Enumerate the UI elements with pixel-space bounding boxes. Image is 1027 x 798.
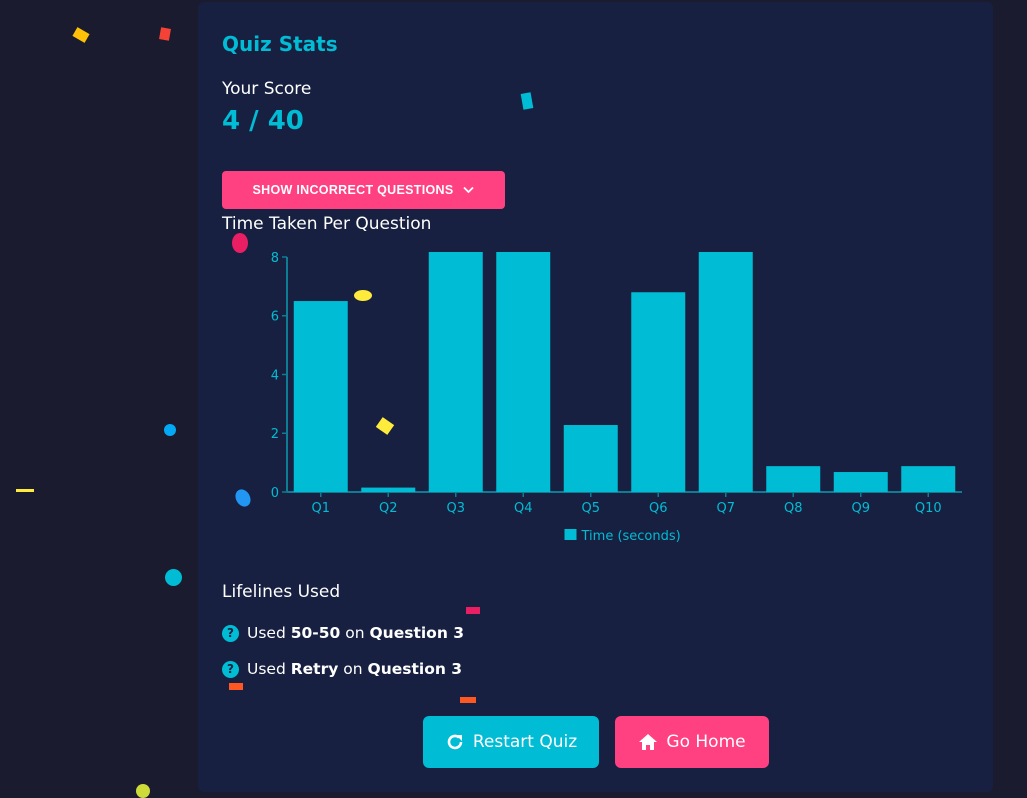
bar-q5 [563,425,618,492]
question-circle-icon: ? [222,660,239,678]
x-tick-label: Q6 [649,501,668,516]
x-tick-label: Q2 [379,501,398,516]
confetti-piece [354,290,372,301]
time-per-question-chart: 0 2 4 6 8 Q1 Q2 Q3 Q4 Q5 Q6 Q7 Q8 Q9 Q10 Time (seconds) [271,251,962,544]
lifeline-item: ? Used Retry on Question 3 [222,660,462,678]
lifeline-name: 50-50 [290,624,341,642]
confetti-piece [136,784,150,798]
x-tick-label: Q7 [716,501,735,516]
legend-swatch [564,529,577,540]
legend-label: Time (seconds) [581,529,681,544]
x-tick-label: Q9 [851,501,870,516]
lifeline-question: Question 3 [367,660,463,678]
bar-q10 [901,466,956,492]
quiz-stats-card: Quiz Stats Your Score 4 / 40 SHOW INCORR… [198,2,993,792]
confetti-piece [159,27,171,41]
lifeline-prefix: Used [247,624,286,642]
x-tick-label: Q8 [784,501,803,516]
lifelines-title: Lifelines Used [222,582,341,602]
bar-q9 [833,472,888,492]
y-tick-label: 6 [271,310,279,325]
home-icon [639,734,658,750]
confetti-piece [72,27,90,43]
confetti-piece [232,233,248,253]
bar-q7 [698,252,753,492]
x-tick-label: Q1 [311,501,330,516]
confetti-piece [466,607,480,614]
confetti-piece [165,569,182,586]
bar-q3 [428,252,483,492]
lifeline-question: Question 3 [369,624,465,642]
go-home-button[interactable]: Go Home [615,716,769,768]
x-tick-label: Q10 [915,501,942,516]
bar-q8 [766,466,821,492]
confetti-piece [16,489,34,492]
y-tick-label: 2 [271,427,279,442]
x-tick-label: Q3 [446,501,465,516]
confetti-piece [164,424,176,436]
question-circle-icon: ? [222,624,239,642]
x-tick-label: Q5 [581,501,600,516]
y-tick-label: 0 [271,486,279,501]
lifeline-prefix: Used [247,660,286,678]
lifeline-on: on [343,660,363,678]
confetti-piece [460,697,476,703]
home-label: Go Home [666,732,746,752]
lifeline-item: ? Used 50-50 on Question 3 [222,624,464,642]
y-tick-label: 8 [271,251,279,266]
bar-q1 [293,301,348,492]
restart-quiz-button[interactable]: Restart Quiz [423,716,599,768]
lifeline-on: on [345,624,365,642]
y-tick-label: 4 [271,368,279,383]
bar-q6 [631,292,686,492]
bar-q2 [361,487,416,492]
bar-q4 [496,252,551,492]
x-tick-label: Q4 [514,501,533,516]
redo-icon [447,734,463,750]
restart-label: Restart Quiz [472,732,578,752]
confetti-piece [229,683,243,690]
lifeline-name: Retry [290,660,339,678]
